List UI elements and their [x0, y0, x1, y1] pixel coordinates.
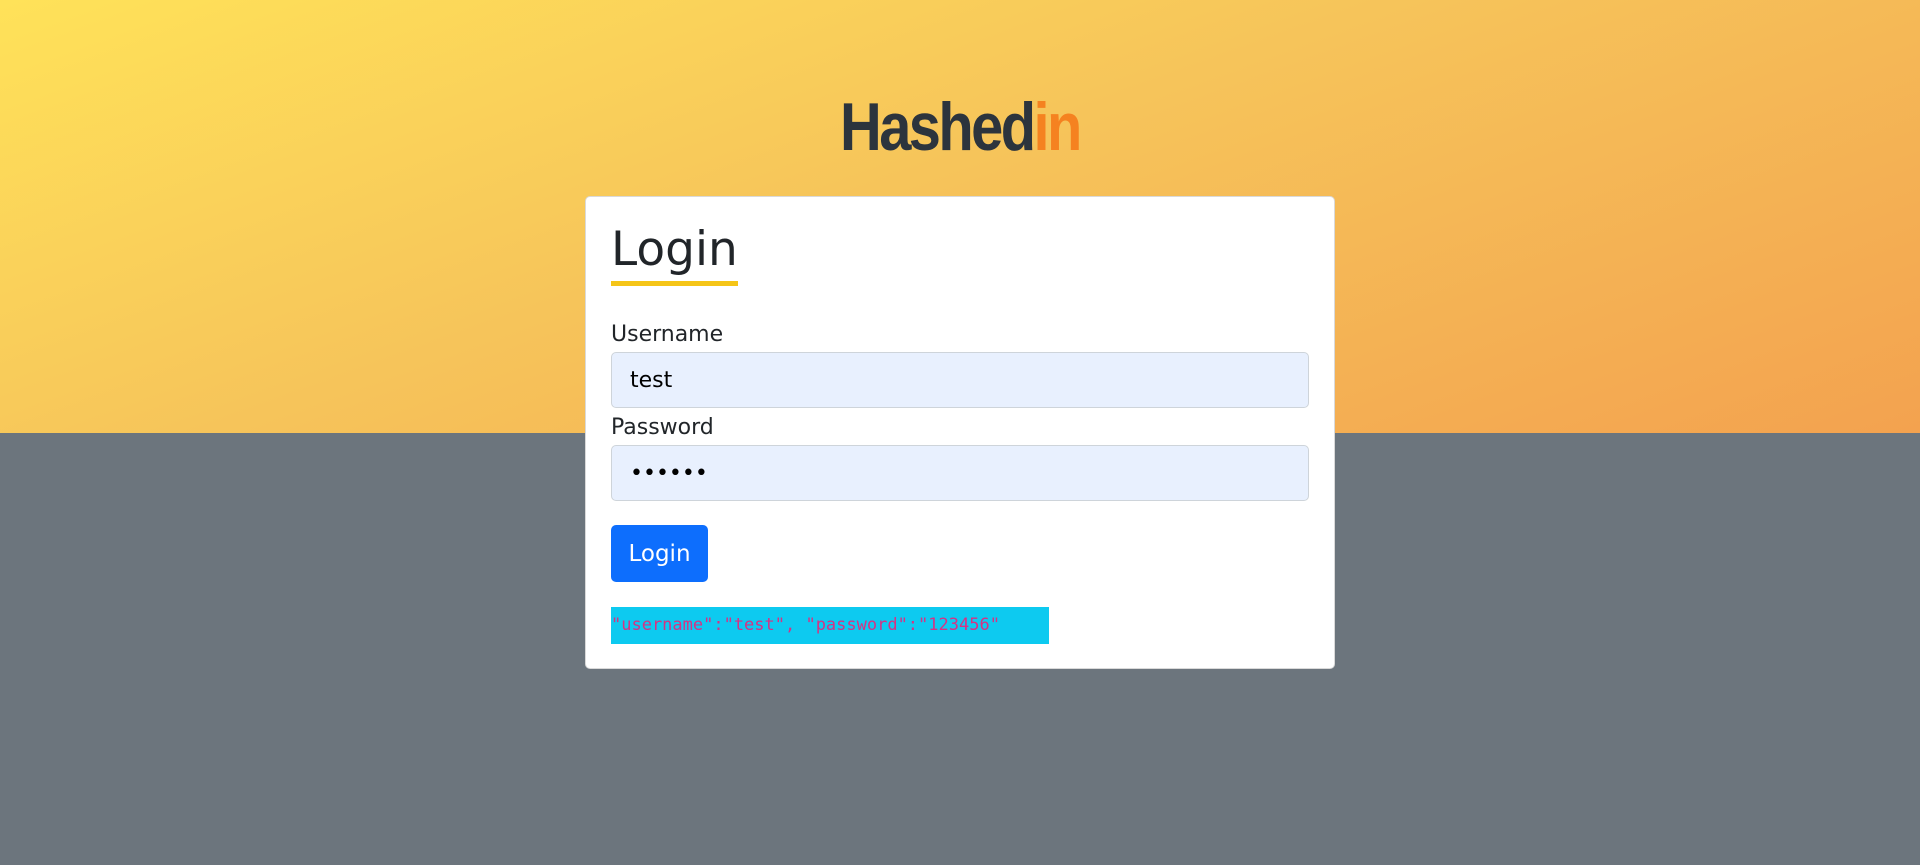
password-label: Password	[611, 415, 714, 440]
hashedin-logo: Hashed in	[840, 89, 1082, 165]
password-input[interactable]	[611, 445, 1309, 501]
credentials-hint: "username":"test", "password":"123456"	[611, 607, 1049, 644]
login-title: Login	[611, 223, 738, 286]
login-page: Hashedin Login Username Password Login "…	[0, 0, 1920, 865]
username-label: Username	[611, 322, 724, 347]
login-button[interactable]: Login	[611, 525, 708, 582]
username-input[interactable]	[611, 352, 1309, 408]
login-card: Login Username Password Login "username"…	[585, 196, 1335, 669]
logo-main-text: Hashed	[840, 89, 1036, 165]
logo-accent-text: in	[1033, 89, 1082, 165]
